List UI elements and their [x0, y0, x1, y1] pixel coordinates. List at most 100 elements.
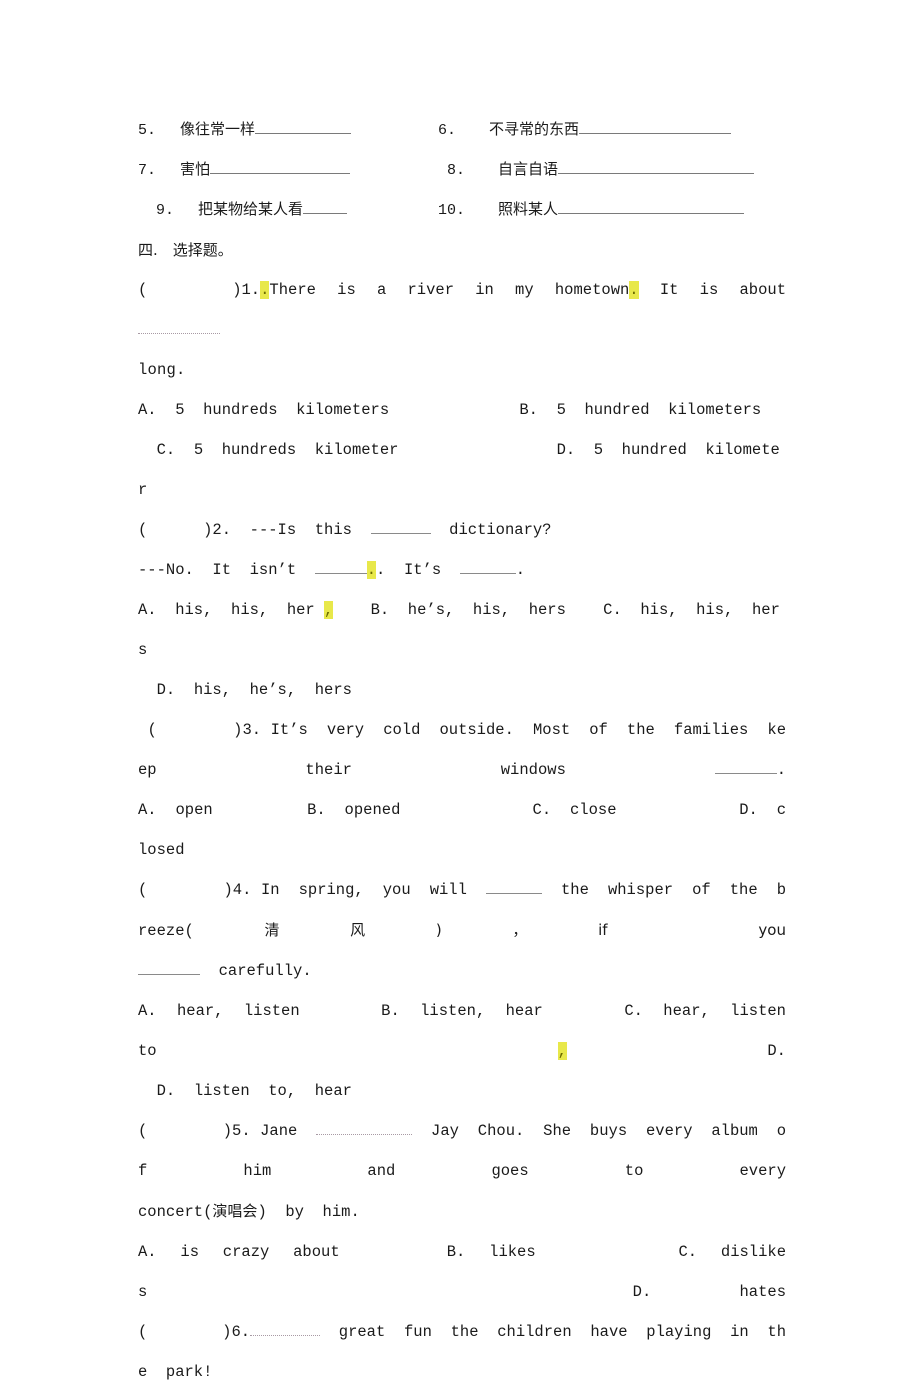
vocab-item-10: 10. 照料某人 — [438, 190, 786, 230]
vocab-item-8: 8. 自言自语 — [438, 150, 786, 190]
question-2-number: 2. — [212, 521, 232, 539]
option-a[interactable]: A. is crazy about — [138, 1243, 340, 1261]
vocab-blank[interactable] — [255, 120, 352, 134]
question-3-options: A. open B. opened C. close D. closed — [138, 790, 786, 870]
question-1-text-cont: It is about — [638, 281, 805, 299]
vocab-blank[interactable] — [210, 160, 351, 174]
question-2-text-cont: dictionary? — [430, 521, 552, 539]
question-4-text-tail: carefully. — [200, 962, 312, 980]
vocab-number: 10. — [438, 202, 466, 219]
question-1-options-row-1[interactable]: A. 5 hundreds kilometers B. 5 hundred ki… — [138, 390, 786, 430]
question-4-text: In spring, you will — [260, 881, 486, 899]
question-4-gloss: 清风 — [193, 921, 436, 939]
question-4-stem-line3: carefully. — [138, 951, 786, 991]
question-5-text-end: ) by him. — [257, 1203, 360, 1221]
highlight-mark: . — [629, 281, 639, 299]
document-page: 5. 像往常一样 6. 不寻常的东西 7. 害怕 8. 自言自语 9. 把某物给… — [0, 0, 920, 1381]
question-5-text-tail: concert( — [138, 1203, 213, 1221]
answer-blank[interactable] — [316, 1121, 413, 1135]
answer-blank[interactable] — [485, 880, 542, 894]
vocab-blank[interactable] — [303, 200, 348, 214]
question-5-text: Jane — [260, 1122, 317, 1140]
question-2-stem: ( )2. ---Is this dictionary? — [138, 510, 786, 550]
vocab-blank[interactable] — [558, 200, 745, 214]
page-content: 5. 像往常一样 6. 不寻常的东西 7. 害怕 8. 自言自语 9. 把某物给… — [138, 110, 786, 1392]
option-d[interactable]: D. hates — [633, 1283, 786, 1301]
answer-blank[interactable] — [138, 961, 200, 975]
answer-blank[interactable] — [370, 520, 431, 534]
question-5-stem-line3: concert(演唱会) by him. — [138, 1191, 786, 1232]
question-5-marker[interactable]: ( ) — [138, 1122, 232, 1140]
question-1-options-row-2[interactable]: C. 5 hundreds kilometer D. 5 hundred kil… — [138, 430, 786, 510]
option-c[interactable]: C. close — [533, 801, 617, 819]
question-1-stem: ( )1..There is a river in my hometown. I… — [138, 270, 786, 350]
question-1-number: 1. — [241, 281, 261, 299]
vocab-row: 5. 像往常一样 6. 不寻常的东西 — [138, 110, 786, 150]
vocab-row: 9. 把某物给某人看 10. 照料某人 — [138, 190, 786, 230]
question-6-marker[interactable]: ( ) — [138, 1323, 231, 1341]
question-4-options-row-1: A. hear, listen B. listen, hear C. hear,… — [138, 991, 786, 1071]
question-4-number: 4. — [232, 881, 252, 899]
vocab-text: 像往常一样 — [180, 120, 256, 138]
question-1-marker[interactable]: ( ) — [138, 281, 242, 299]
question-5-options: A. is crazy about B. likes C. dislikes D… — [138, 1232, 786, 1312]
question-5-gloss: 演唱会 — [212, 1202, 258, 1220]
highlight-mark: . — [366, 561, 377, 579]
vocab-blank[interactable] — [579, 120, 732, 134]
vocab-text: 照料某人 — [498, 200, 559, 218]
answer-blank[interactable] — [138, 320, 220, 334]
vocab-item-9: 9. 把某物给某人看 — [138, 190, 438, 230]
question-2-options-row-1: A. his, his, her , B. he’s, his, hers C.… — [138, 590, 786, 670]
question-2-reply: ---No. It isn’t — [138, 561, 315, 579]
question-6-stem: ( )6. great fun the children have playin… — [138, 1312, 786, 1392]
vocab-item-5: 5. 像往常一样 — [138, 110, 438, 150]
vocab-number: 7. — [138, 162, 157, 179]
vocab-number: 8. — [447, 162, 466, 179]
vocab-text: 自言自语 — [498, 160, 559, 178]
question-6-number: 6. — [231, 1323, 251, 1341]
question-3-stem: ( )3. It’s very cold outside. Most of th… — [138, 710, 786, 790]
vocab-number: 9. — [156, 202, 175, 219]
highlight-mark: , — [557, 1042, 567, 1060]
answer-blank[interactable] — [314, 560, 367, 574]
question-2-options-row-2[interactable]: D. his, he’s, hers — [138, 670, 786, 710]
vocab-text: 害怕 — [180, 160, 211, 178]
question-2-reply-end: . — [515, 561, 526, 579]
question-2-stem-line2: ---No. It isn’t .. It’s . — [138, 550, 786, 590]
option-a[interactable]: A. his, his, her — [138, 601, 315, 619]
question-3-marker[interactable]: ( ) — [148, 721, 243, 739]
question-4-options-row-2: D. listen to, hear — [138, 1071, 786, 1111]
vocab-text: 把某物给某人看 — [198, 200, 304, 218]
question-1-stem-tail: long. — [138, 361, 186, 379]
question-4-stem: ( )4. In spring, you will the whisper of… — [138, 870, 786, 951]
vocab-row: 7. 害怕 8. 自言自语 — [138, 150, 786, 190]
question-5-stem: ( )5. Jane Jay Chou. She buys every albu… — [138, 1111, 786, 1191]
option-d-label: D. — [767, 1042, 786, 1060]
option-b[interactable]: B. opened — [307, 801, 400, 819]
question-1-text: There is a river in my hometown — [269, 281, 630, 299]
answer-blank[interactable] — [714, 760, 777, 774]
answer-blank[interactable] — [459, 560, 516, 574]
question-3-number: 3. — [242, 721, 262, 739]
question-3-text-end: . — [776, 761, 786, 779]
option-a[interactable]: A. hear, listen — [138, 1002, 300, 1020]
question-4-marker[interactable]: ( ) — [138, 881, 233, 899]
question-4-text-end: )，if you — [435, 921, 786, 939]
answer-blank[interactable] — [250, 1322, 321, 1336]
question-2-marker[interactable]: ( ) — [138, 521, 212, 539]
option-b[interactable]: B. listen, hear — [381, 1002, 543, 1020]
vocab-number: 6. — [438, 122, 457, 139]
question-5-number: 5. — [232, 1122, 251, 1140]
vocab-blank[interactable] — [558, 160, 755, 174]
option-b[interactable]: B. he’s, his, hers — [371, 601, 566, 619]
vocab-number: 5. — [138, 122, 157, 139]
question-2-reply-cont: . It’s — [376, 561, 460, 579]
option-d[interactable]: D. listen to, hear — [157, 1082, 352, 1100]
highlight-mark: , — [324, 601, 334, 619]
option-b[interactable]: B. likes — [447, 1243, 536, 1261]
section-heading: 四. 选择题。 — [138, 241, 233, 259]
vocab-item-7: 7. 害怕 — [138, 150, 438, 190]
vocab-text: 不寻常的东西 — [489, 120, 580, 138]
option-a[interactable]: A. open — [138, 801, 213, 819]
vocab-item-6: 6. 不寻常的东西 — [438, 110, 786, 150]
